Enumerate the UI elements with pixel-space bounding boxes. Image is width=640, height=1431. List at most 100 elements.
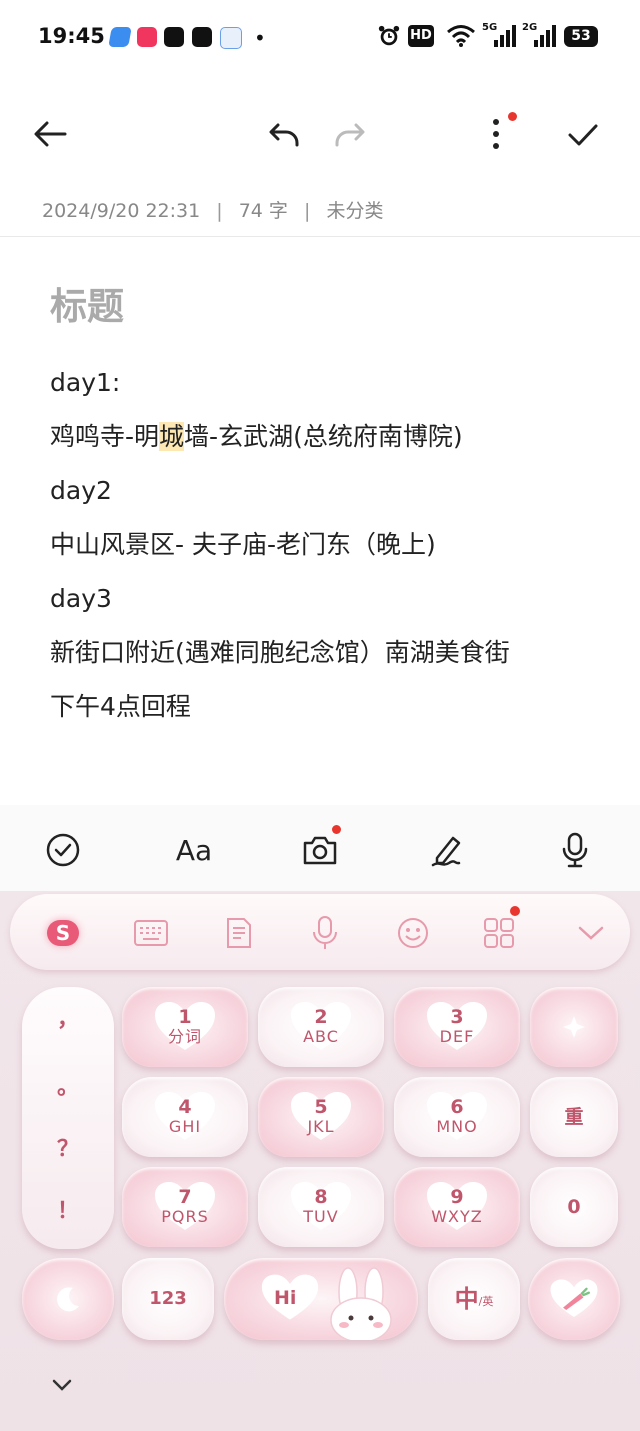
capcut-icon — [164, 27, 184, 47]
note-category[interactable]: 未分类 — [326, 200, 383, 222]
more-vertical-icon — [493, 119, 499, 149]
more-button[interactable] — [474, 110, 518, 158]
key-6[interactable]: 6 MNO — [394, 1077, 520, 1157]
note-line[interactable]: 新街口附近(遇难同胞纪念馆）南湖美食街 — [50, 626, 510, 680]
battery-indicator: 53 — [564, 26, 598, 47]
status-bar: 19:45 • HD 5G 2G 53 — [0, 0, 640, 76]
punct-question-key[interactable]: ？ — [22, 1131, 114, 1163]
key-digit: 4 — [178, 1096, 192, 1118]
meta-separator: | — [303, 200, 311, 222]
key-digit: 3 — [450, 1006, 464, 1028]
note-line[interactable]: 鸡鸣寺-明城墙-玄武湖(总统府南博院) — [50, 410, 510, 464]
key-letters: DEF — [439, 1027, 475, 1046]
key-2[interactable]: 2 ABC — [258, 987, 384, 1067]
sogou-logo-icon: S — [47, 920, 79, 946]
collapse-keyboard-button[interactable] — [48, 1376, 76, 1398]
punct-comma-key[interactable]: ， — [22, 1001, 114, 1033]
emoji-button[interactable] — [390, 910, 436, 956]
keyboard-switch-button[interactable] — [128, 910, 174, 956]
wifi-icon — [447, 25, 475, 47]
numeric-mode-key[interactable]: 123 — [122, 1258, 214, 1340]
key-3[interactable]: 3 DEF — [394, 987, 520, 1067]
back-button[interactable] — [26, 110, 74, 158]
space-key[interactable]: Hi — [224, 1258, 418, 1340]
note-meta: 2024/9/20 22:31 | 74 字 | 未分类 — [42, 196, 393, 223]
lang-sub-label: /英 — [478, 1295, 494, 1308]
signal-icon — [534, 25, 556, 47]
key-7[interactable]: 7 PQRS — [122, 1167, 248, 1247]
punctuation-column: ， 。 ？ ！ — [22, 987, 114, 1249]
key-9[interactable]: 9 WXYZ — [394, 1167, 520, 1247]
reset-label: 重 — [564, 1106, 584, 1128]
key-4[interactable]: 4 GHI — [122, 1077, 248, 1157]
undo-button[interactable] — [262, 112, 308, 158]
emoji-icon — [398, 918, 428, 948]
key-1[interactable]: 1 分词 — [122, 987, 248, 1067]
note-line[interactable]: day2 — [50, 464, 510, 518]
theme-key[interactable] — [22, 1258, 114, 1340]
key-8[interactable]: 8 TUV — [258, 1167, 384, 1247]
punct-exclaim-key[interactable]: ！ — [22, 1193, 114, 1225]
carrot-heart-icon — [550, 1279, 598, 1317]
note-line[interactable]: day3 — [50, 572, 510, 626]
undo-icon — [269, 123, 299, 147]
key-digit: 5 — [314, 1096, 328, 1118]
hide-keyboard-button[interactable] — [568, 910, 614, 956]
done-button[interactable] — [560, 112, 606, 158]
voice-input-button[interactable] — [552, 827, 598, 873]
note-line[interactable]: 下午4点回程 — [50, 680, 510, 734]
key-letters: MNO — [436, 1117, 478, 1136]
note-line[interactable]: 中山风景区- 夫子庙-老门东（晚上) — [50, 518, 510, 572]
key-digit: 1 — [178, 1006, 192, 1028]
sogou-button[interactable]: S — [40, 910, 86, 956]
key-5[interactable]: 5 JKL — [258, 1077, 384, 1157]
apps-button[interactable] — [476, 906, 522, 956]
arrow-left-icon — [34, 121, 67, 147]
enter-key[interactable] — [528, 1258, 620, 1340]
voice-icon — [313, 916, 337, 949]
checklist-icon — [46, 833, 80, 867]
keyboard-toolbar: S — [10, 894, 630, 970]
font-button[interactable]: Aa — [166, 827, 222, 873]
key-letters: ABC — [303, 1027, 339, 1046]
check-icon — [568, 124, 598, 146]
key-digit: 6 — [450, 1096, 464, 1118]
key-letters: TUV — [303, 1207, 339, 1226]
punct-period-key[interactable]: 。 — [22, 1069, 114, 1101]
moon-icon — [57, 1287, 79, 1312]
sparkle-icon — [563, 1016, 585, 1038]
keyboard-icon — [134, 920, 168, 946]
chevron-down-icon — [578, 926, 604, 940]
bunny-icon — [330, 1267, 392, 1340]
notification-dot — [508, 112, 517, 121]
divider — [0, 236, 640, 237]
title-input[interactable]: 标题 — [50, 276, 124, 330]
key-letters: GHI — [168, 1117, 202, 1136]
tiktok-icon — [192, 27, 212, 47]
note-line[interactable]: day1: — [50, 356, 510, 410]
checklist-button[interactable] — [40, 827, 86, 873]
note-body[interactable]: day1: 鸡鸣寺-明城墙-玄武湖(总统府南博院) day2 中山风景区- 夫子… — [50, 356, 510, 734]
camera-button[interactable] — [296, 825, 344, 873]
key-0[interactable]: 0 — [530, 1167, 618, 1247]
voice-button[interactable] — [302, 910, 348, 956]
redo-button[interactable] — [326, 112, 372, 158]
clipboard-button[interactable] — [216, 910, 262, 956]
microphone-icon — [562, 832, 588, 868]
clipboard-icon — [227, 918, 251, 948]
ai-sparkle-key[interactable] — [530, 987, 618, 1067]
format-toolbar: Aa — [0, 805, 640, 891]
numeric-label: 123 — [149, 1288, 187, 1309]
key-digit: 2 — [314, 1006, 328, 1028]
app-notification-icon — [220, 27, 242, 49]
language-switch-key[interactable]: 中 /英 — [428, 1258, 520, 1340]
space-label: Hi — [274, 1287, 297, 1309]
reset-key[interactable]: 重 — [530, 1077, 618, 1157]
redo-icon — [335, 123, 365, 147]
hd-badge: HD — [408, 25, 434, 47]
handwriting-button[interactable] — [424, 827, 470, 873]
status-time: 19:45 — [38, 24, 105, 48]
selected-text[interactable]: 城 — [159, 422, 185, 451]
key-digit: 9 — [450, 1186, 464, 1208]
notification-dot — [510, 906, 520, 916]
